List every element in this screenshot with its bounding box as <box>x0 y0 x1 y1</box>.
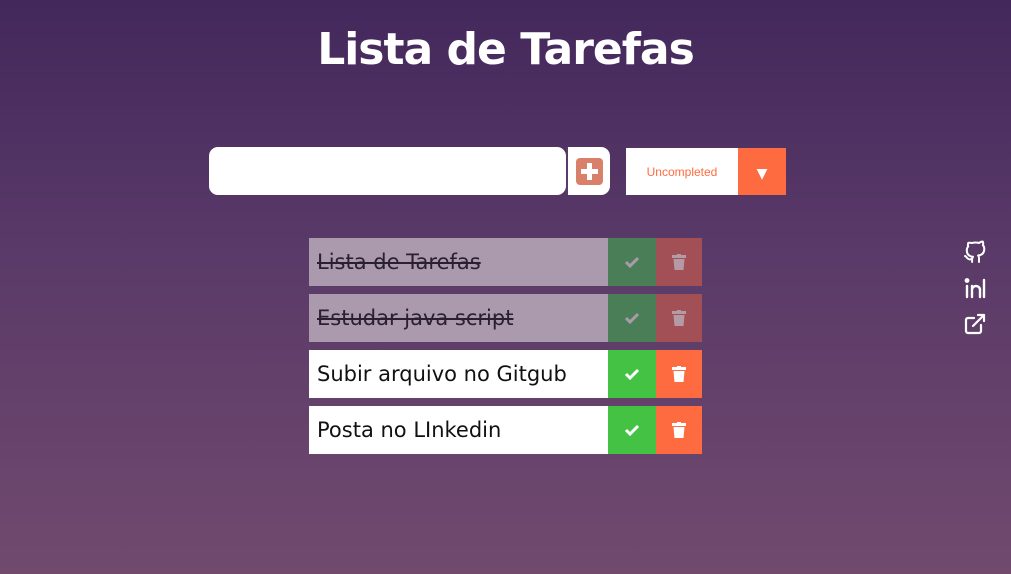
todo-list: Lista de Tarefas Estudar java script Sub… <box>309 238 702 462</box>
check-icon <box>624 424 640 437</box>
filter-selected-value: Uncompleted <box>646 164 718 179</box>
todo-item: Subir arquivo no Gitgub <box>309 350 702 398</box>
task-input[interactable] <box>209 147 566 195</box>
todo-text: Lista de Tarefas <box>309 238 608 286</box>
todo-item: Posta no LInkedin <box>309 406 702 454</box>
complete-button[interactable] <box>608 238 656 286</box>
external-link[interactable] <box>963 312 987 336</box>
delete-button[interactable] <box>656 406 702 454</box>
page-title: Lista de Tarefas <box>317 24 695 75</box>
todo-text: Estudar java script <box>309 294 608 342</box>
trash-icon <box>672 422 686 438</box>
complete-button[interactable] <box>608 406 656 454</box>
check-icon <box>624 368 640 381</box>
complete-button[interactable] <box>608 294 656 342</box>
trash-icon <box>672 310 686 326</box>
todo-item: Estudar java script <box>309 294 702 342</box>
trash-icon <box>672 366 686 382</box>
external-link-icon <box>964 313 986 335</box>
add-task-button[interactable] <box>566 147 610 195</box>
trash-icon <box>672 254 686 270</box>
delete-button[interactable] <box>656 238 702 286</box>
chevron-down-icon: ▼ <box>738 148 786 195</box>
delete-button[interactable] <box>656 294 702 342</box>
github-link[interactable] <box>963 240 987 264</box>
linkedin-link[interactable] <box>963 276 987 300</box>
delete-button[interactable] <box>656 350 702 398</box>
check-icon <box>624 256 640 269</box>
todo-text: Subir arquivo no Gitgub <box>309 350 608 398</box>
todo-item: Lista de Tarefas <box>309 238 702 286</box>
todo-text: Posta no LInkedin <box>309 406 608 454</box>
check-icon <box>624 312 640 325</box>
linkedin-icon <box>964 278 986 299</box>
complete-button[interactable] <box>608 350 656 398</box>
filter-select[interactable]: Uncompleted ▼ <box>626 148 786 195</box>
github-icon <box>964 240 986 263</box>
social-links <box>963 240 987 348</box>
plus-icon <box>575 157 603 185</box>
